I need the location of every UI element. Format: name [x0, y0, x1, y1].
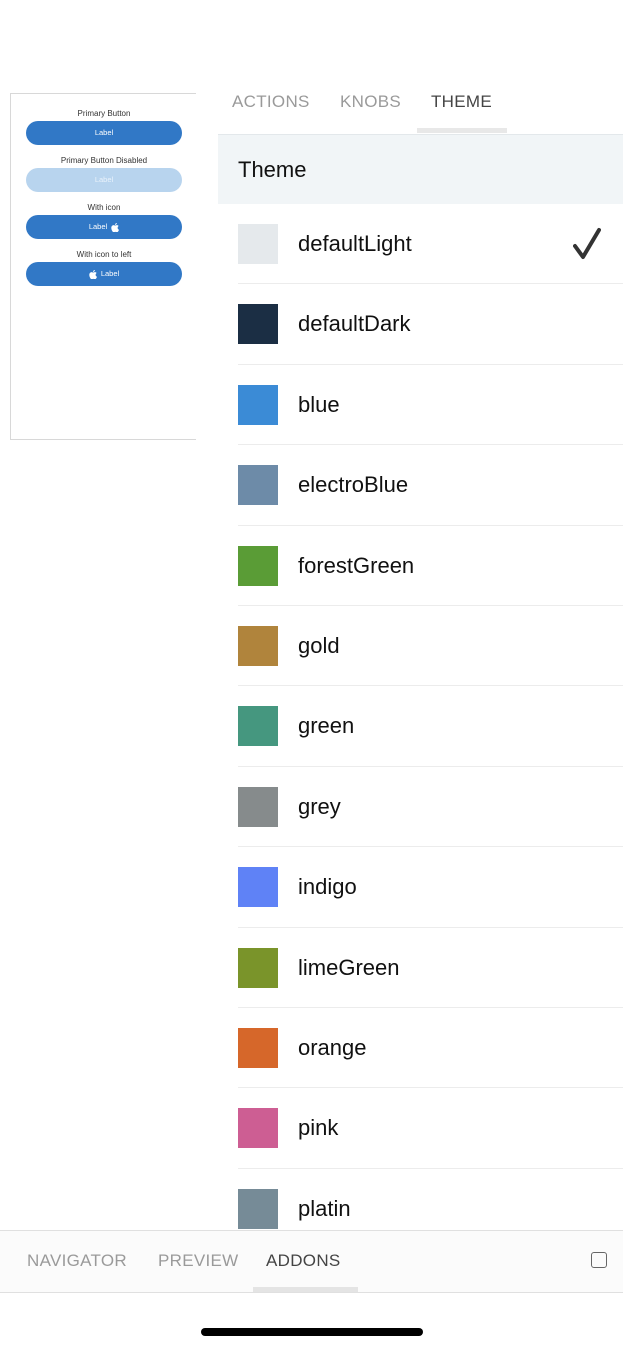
theme-row-orange[interactable]: orange	[238, 1008, 623, 1089]
theme-row-green[interactable]: green	[238, 686, 623, 767]
home-indicator	[201, 1328, 423, 1336]
theme-name: blue	[298, 391, 340, 417]
icon-button-caption: With icon	[87, 203, 121, 212]
theme-swatch	[238, 1188, 278, 1229]
storybook-screen: Primary Button Label Primary Button Disa…	[0, 0, 623, 1350]
theme-swatch	[238, 786, 278, 827]
theme-row-indigo[interactable]: indigo	[238, 847, 623, 928]
icon-left-button[interactable]: Label	[26, 262, 182, 286]
theme-list: defaultLight defaultDark blue electroBlue fo…	[218, 204, 623, 1230]
theme-swatch	[238, 465, 278, 506]
checkmark-icon	[573, 228, 601, 259]
theme-row-defaultLight[interactable]: defaultLight	[238, 204, 623, 285]
theme-name: grey	[298, 793, 341, 819]
story-preview: Primary Button Label Primary Button Disa…	[10, 93, 196, 440]
tab-knobs[interactable]: KNOBS	[340, 90, 401, 114]
square-checkbox-icon[interactable]	[591, 1252, 607, 1268]
theme-swatch	[238, 224, 278, 264]
theme-swatch	[238, 545, 278, 586]
theme-name: gold	[298, 632, 340, 658]
addon-tab-bar: ACTIONS KNOBS THEME	[218, 72, 623, 134]
theme-row-forestGreen[interactable]: forestGreen	[238, 526, 623, 606]
theme-name: defaultLight	[298, 231, 412, 256]
theme-row-pink[interactable]: pink	[238, 1088, 623, 1169]
theme-name: defaultDark	[298, 311, 411, 337]
theme-swatch	[238, 384, 278, 425]
theme-swatch	[238, 1027, 278, 1068]
theme-swatch	[238, 706, 278, 747]
theme-panel-title: Theme	[218, 134, 623, 204]
theme-row-electroBlue[interactable]: electroBlue	[238, 445, 623, 526]
apple-icon	[111, 222, 120, 232]
disabled-button-caption: Primary Button Disabled	[60, 156, 148, 165]
theme-name: indigo	[298, 874, 357, 900]
theme-row-platin[interactable]: platin	[238, 1169, 623, 1230]
disabled-button-label: Label	[94, 175, 114, 184]
theme-name: pink	[298, 1115, 339, 1141]
disabled-button: Label	[26, 168, 182, 192]
primary-button[interactable]: Label	[26, 121, 182, 145]
theme-name: platin	[298, 1195, 351, 1221]
theme-swatch	[238, 304, 278, 345]
theme-name: limeGreen	[298, 954, 400, 980]
primary-button-group: Primary Button Label	[26, 108, 182, 145]
theme-row-grey[interactable]: grey	[238, 767, 623, 848]
bottom-navigation: NAVIGATOR PREVIEW ADDONS	[0, 1230, 623, 1293]
icon-button[interactable]: Label	[26, 215, 182, 239]
tab-actions[interactable]: ACTIONS	[232, 90, 310, 114]
theme-swatch	[238, 867, 278, 908]
theme-name: electroBlue	[298, 472, 409, 498]
icon-left-button-caption: With icon to left	[76, 250, 132, 259]
tab-navigator[interactable]: NAVIGATOR	[27, 1249, 127, 1273]
theme-swatch	[238, 947, 278, 988]
tab-preview[interactable]: PREVIEW	[158, 1249, 239, 1273]
theme-name: forestGreen	[298, 552, 415, 578]
theme-name: green	[298, 713, 355, 739]
nav-active-indicator	[253, 1287, 358, 1292]
icon-button-group: With icon Label	[26, 202, 182, 239]
primary-button-caption: Primary Button	[77, 109, 131, 118]
theme-name: orange	[298, 1034, 367, 1060]
apple-icon	[89, 269, 97, 279]
theme-row-gold[interactable]: gold	[238, 606, 623, 687]
icon-left-button-group: With icon to left Label	[26, 249, 182, 286]
theme-swatch	[238, 1108, 278, 1149]
tab-theme[interactable]: THEME	[431, 90, 492, 114]
tab-active-indicator	[417, 128, 507, 133]
icon-button-label: Label	[88, 222, 108, 231]
theme-row-limeGreen[interactable]: limeGreen	[238, 928, 623, 1008]
disabled-button-group: Primary Button Disabled Label	[26, 155, 182, 192]
primary-button-label: Label	[94, 128, 114, 137]
theme-row-defaultDark[interactable]: defaultDark	[238, 284, 623, 365]
tab-addons[interactable]: ADDONS	[266, 1249, 341, 1273]
icon-left-button-label: Label	[100, 269, 120, 278]
theme-swatch	[238, 625, 278, 666]
theme-row-blue[interactable]: blue	[238, 365, 623, 446]
